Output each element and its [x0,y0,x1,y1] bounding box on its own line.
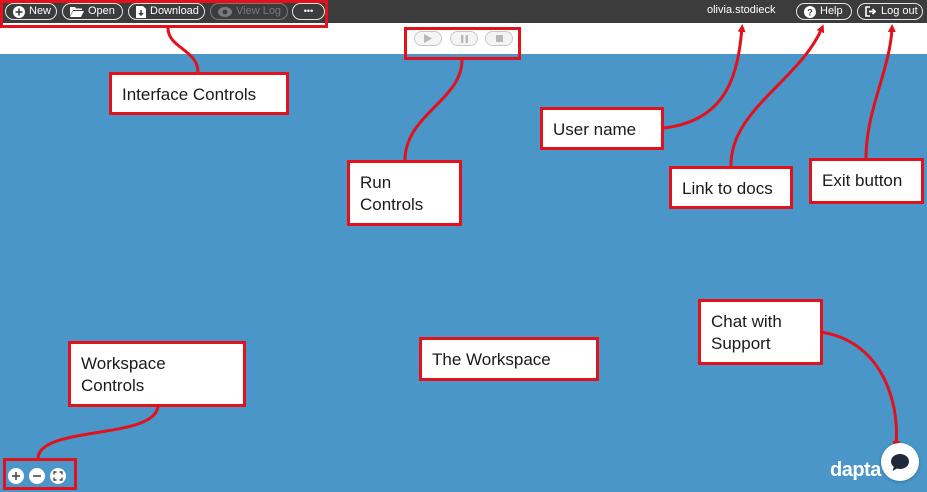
callout-exit-button: Exit button [809,158,924,204]
callout-workspace-controls-line2: Controls [81,376,145,395]
question-circle-icon: ? [804,5,816,18]
callout-the-workspace-text: The Workspace [432,350,551,369]
callout-run-controls: Run Controls [347,160,462,226]
help-button-label: Help [820,5,843,17]
user-name: olivia.stodieck [707,4,776,16]
callout-interface-controls-text: Interface Controls [122,85,257,104]
callout-chat-support: Chat with Support [698,299,823,365]
callout-user-name-text: User name [553,120,637,139]
sign-out-icon [865,6,877,17]
zoom-out-button[interactable] [29,468,45,484]
callout-exit-button-text: Exit button [822,171,903,190]
zoom-in-button[interactable] [8,468,24,484]
callout-chat-line1: Chat with [711,312,782,331]
fit-view-button[interactable] [50,468,66,484]
callout-run-controls-line2: Controls [360,195,424,214]
callout-run-controls-line1: Run [360,173,392,192]
minus-icon [33,475,41,477]
interface-controls-highlight [0,0,328,28]
chat-bubble-icon [891,453,909,471]
chat-support-button[interactable] [881,443,919,481]
callout-link-to-docs-text: Link to docs [682,179,773,198]
callout-link-to-docs: Link to docs [669,166,793,209]
callout-user-name: User name [540,107,664,150]
help-button[interactable]: ? Help [796,3,852,20]
logout-button[interactable]: Log out [857,3,923,20]
logout-button-label: Log out [881,5,918,17]
plus-icon [12,472,20,480]
run-controls-highlight [404,27,521,60]
svg-text:?: ? [807,7,813,17]
callout-the-workspace: The Workspace [419,337,599,381]
expand-icon [53,471,63,481]
workspace[interactable] [0,54,927,492]
dapta-logo: dapta [830,459,881,481]
callout-interface-controls: Interface Controls [109,72,289,115]
callout-workspace-controls: Workspace Controls [68,341,246,407]
callout-chat-line2: Support [711,334,771,353]
callout-workspace-controls-line1: Workspace [81,354,166,373]
